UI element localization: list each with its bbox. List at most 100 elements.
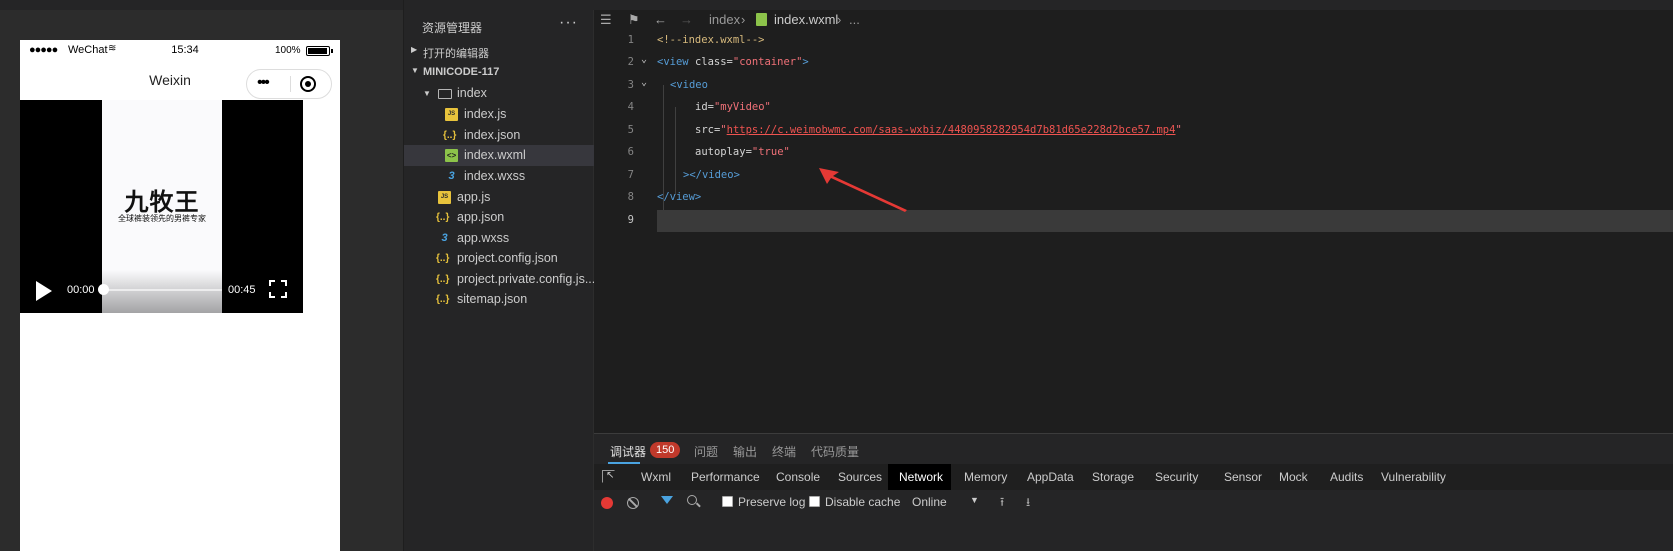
project-section[interactable]: ▼ MINICODE-117 bbox=[404, 62, 594, 83]
panel-tab-vulnerability[interactable]: Vulnerability bbox=[1381, 470, 1446, 484]
video-slogan: 全球裤装领先的男裤专家 bbox=[118, 214, 206, 223]
video-progress-thumb[interactable] bbox=[98, 284, 109, 295]
panel-tab-appdata[interactable]: AppData bbox=[1027, 470, 1074, 484]
panel-tab-sensor[interactable]: Sensor bbox=[1224, 470, 1262, 484]
breadcrumb-tail[interactable]: ... bbox=[849, 12, 860, 27]
video-duration: 00:45 bbox=[228, 284, 256, 296]
video-progress-track[interactable] bbox=[102, 289, 222, 291]
tree-file-sitemap[interactable]: {..} sitemap.json bbox=[404, 289, 594, 310]
tab-output[interactable]: 输出 bbox=[733, 443, 757, 460]
code-line: 7 ></video> bbox=[594, 165, 1673, 187]
play-icon[interactable] bbox=[36, 281, 52, 301]
disable-cache-label: Disable cache bbox=[825, 495, 901, 509]
tab-code-quality[interactable]: 代码质量 bbox=[811, 443, 859, 460]
tab-problems[interactable]: 问题 bbox=[694, 443, 718, 460]
code-line: 4 id="myVideo" bbox=[594, 97, 1673, 119]
code-quote: " bbox=[1175, 124, 1182, 136]
open-editors-section[interactable]: ▶ 打开的编辑器 bbox=[404, 41, 594, 62]
throttle-select[interactable]: Online bbox=[912, 495, 947, 509]
panel-tab-network[interactable]: Network bbox=[899, 470, 943, 484]
more-dots-icon[interactable]: ••• bbox=[257, 74, 270, 92]
current-line-highlight bbox=[657, 210, 1673, 232]
line-number: 6 bbox=[627, 146, 634, 158]
fold-chevron-icon[interactable]: ⌄ bbox=[641, 54, 647, 65]
tree-file-index-wxml[interactable]: <> index.wxml bbox=[404, 145, 594, 166]
code-string: "true" bbox=[751, 146, 790, 158]
code-attr: autoplay= bbox=[695, 146, 752, 158]
fold-chevron-icon[interactable]: ⌄ bbox=[641, 77, 647, 88]
disable-cache-checkbox[interactable] bbox=[809, 496, 820, 507]
code-string: "container" bbox=[732, 56, 803, 68]
tree-item-label: sitemap.json bbox=[457, 292, 528, 306]
panel-tab-security[interactable]: Security bbox=[1155, 470, 1198, 484]
line-number: 1 bbox=[627, 34, 634, 46]
filter-icon[interactable] bbox=[661, 496, 673, 504]
panel-tab-performance[interactable]: Performance bbox=[691, 470, 760, 484]
panel-tab-wxml[interactable]: Wxml bbox=[641, 470, 671, 484]
forward-arrow-icon[interactable]: → bbox=[680, 12, 693, 27]
back-arrow-icon[interactable]: ← bbox=[654, 12, 667, 27]
tree-folder-index[interactable]: ▼ index bbox=[404, 83, 594, 104]
wxss-file-icon: 3 bbox=[441, 232, 448, 244]
tree-file-project-config[interactable]: {..} project.config.json bbox=[404, 248, 594, 269]
tree-file-app-wxss[interactable]: 3 app.wxss bbox=[404, 228, 594, 249]
code-line: 1 <!--index.wxml--> bbox=[594, 30, 1673, 52]
panel-tab-storage[interactable]: Storage bbox=[1092, 470, 1134, 484]
line-number: 9 bbox=[627, 214, 634, 226]
fullscreen-icon[interactable] bbox=[268, 279, 288, 299]
tree-item-label: app.js bbox=[457, 190, 491, 204]
annotation-arrow-icon bbox=[819, 168, 907, 212]
tree-file-index-json[interactable]: {..} index.json bbox=[404, 125, 594, 146]
tree-file-index-js[interactable]: JS index.js bbox=[404, 104, 594, 125]
explorer-panel: 资源管理器 ··· ▶ 打开的编辑器 ▼ MINICODE-117 ▼ inde… bbox=[403, 0, 595, 551]
capsule-menu: ••• bbox=[246, 69, 332, 99]
tree-file-index-wxss[interactable]: 3 index.wxss bbox=[404, 166, 594, 187]
record-icon[interactable] bbox=[601, 497, 613, 509]
breadcrumb-file[interactable]: index.wxml bbox=[774, 12, 838, 27]
import-har-icon[interactable]: ⭱ bbox=[1000, 493, 1004, 514]
js-file-icon: JS bbox=[445, 108, 458, 121]
code-tag: ></video> bbox=[683, 169, 740, 181]
tree-file-app-json[interactable]: {..} app.json bbox=[404, 207, 594, 228]
panel-tab-console[interactable]: Console bbox=[776, 470, 820, 484]
line-number: 2 bbox=[627, 56, 634, 68]
chevron-down-icon[interactable]: ▼ bbox=[970, 495, 979, 505]
list-icon[interactable]: ☰ bbox=[600, 12, 612, 28]
tree-file-project-private-config[interactable]: {..} project.private.config.js... bbox=[404, 269, 595, 290]
panel-tab-mock[interactable]: Mock bbox=[1279, 470, 1308, 484]
tab-terminal[interactable]: 终端 bbox=[772, 443, 796, 460]
search-icon[interactable] bbox=[687, 495, 697, 505]
editor-toolbar: ☰ ⚑ ← → index › index.wxml › ... bbox=[594, 10, 1673, 32]
code-text: <view class="container"> bbox=[657, 56, 809, 68]
clear-icon[interactable] bbox=[627, 497, 639, 509]
battery-percent: 100% bbox=[275, 45, 301, 56]
export-har-icon[interactable]: ⭳ bbox=[1026, 493, 1030, 514]
preserve-log-checkbox[interactable] bbox=[722, 496, 733, 507]
wxml-file-icon bbox=[756, 13, 767, 26]
bookmark-icon[interactable]: ⚑ bbox=[628, 12, 640, 28]
panel-tab-memory[interactable]: Memory bbox=[964, 470, 1007, 484]
panel-tab-sources[interactable]: Sources bbox=[838, 470, 882, 484]
nav-title: Weixin bbox=[149, 72, 191, 88]
video-player[interactable]: 九牧王 全球裤装领先的男裤专家 00:00 00:45 bbox=[20, 100, 303, 313]
code-editor[interactable]: ☰ ⚑ ← → index › index.wxml › ... 1 <!--i… bbox=[594, 0, 1673, 433]
line-number: 3 bbox=[627, 79, 634, 91]
code-link[interactable]: https://c.weimobwmc.com/saas-wxbiz/44809… bbox=[727, 124, 1176, 136]
code-text: src= "https://c.weimobwmc.com/saas-wxbiz/… bbox=[695, 124, 1182, 136]
nav-bar: Weixin ••• bbox=[20, 60, 340, 102]
panel-tab-audits[interactable]: Audits bbox=[1330, 470, 1363, 484]
wxss-file-icon: 3 bbox=[448, 170, 455, 182]
chevron-down-icon: ▼ bbox=[411, 66, 419, 75]
close-miniprogram-icon[interactable] bbox=[300, 76, 316, 92]
tab-debugger[interactable]: 调试器 bbox=[610, 443, 646, 460]
code-comment: <!--index.wxml--> bbox=[657, 34, 765, 46]
code-area[interactable]: 1 <!--index.wxml--> 2 ⌄ <view class="con… bbox=[594, 30, 1673, 430]
code-line: 6 autoplay="true" bbox=[594, 142, 1673, 164]
inspect-element-icon[interactable] bbox=[602, 470, 615, 483]
tree-file-app-js[interactable]: JS app.js bbox=[404, 187, 594, 208]
breadcrumb-separator-icon: › bbox=[741, 12, 746, 27]
more-actions-icon[interactable]: ··· bbox=[559, 14, 578, 32]
explorer-title: 资源管理器 bbox=[422, 21, 483, 35]
tree-item-label: project.config.json bbox=[457, 251, 558, 265]
breadcrumb-folder[interactable]: index bbox=[709, 12, 740, 27]
